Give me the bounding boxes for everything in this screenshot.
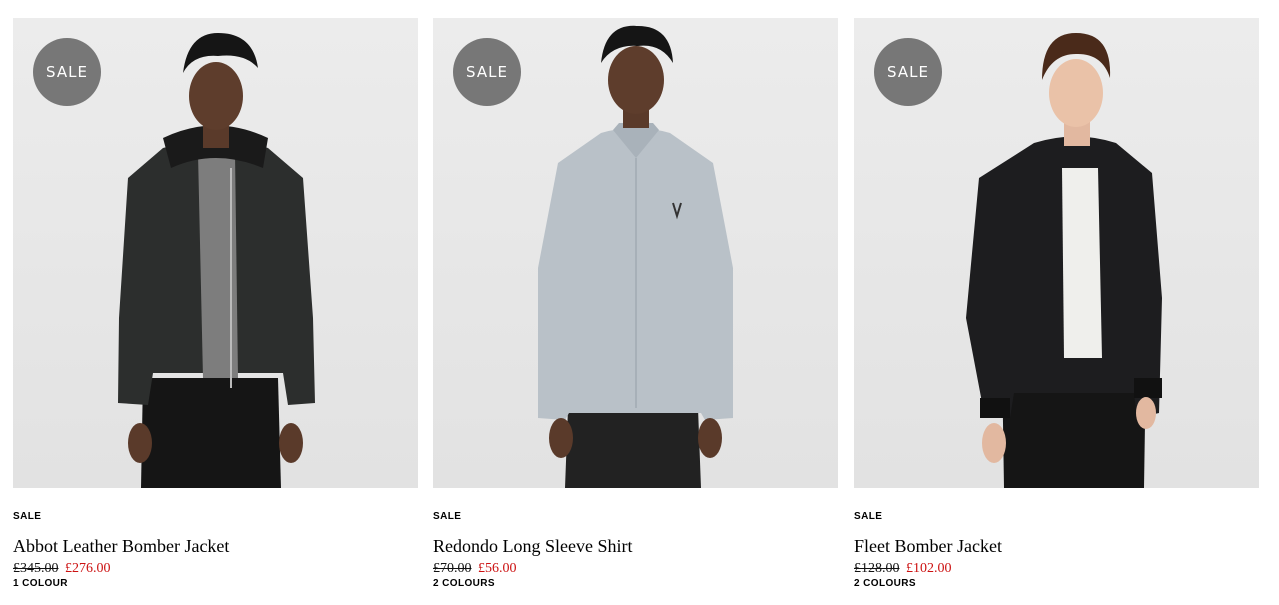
original-price: £345.00 [13, 561, 59, 576]
product-name[interactable]: Abbot Leather Bomber Jacket [13, 536, 418, 556]
original-price: £128.00 [854, 561, 900, 576]
product-image[interactable]: SALE [854, 18, 1259, 488]
colour-count: 2 COLOURS [854, 578, 916, 589]
colour-count: 2 COLOURS [433, 578, 495, 589]
product-grid: SALE SALE Abbot Leather Bomber Jacket £3… [13, 18, 1259, 590]
price-row: £345.00 £276.00 [13, 561, 418, 577]
original-price: £70.00 [433, 561, 472, 576]
sale-label: SALE [433, 511, 462, 522]
product-image[interactable]: SALE [13, 18, 418, 488]
sale-badge: SALE [874, 38, 942, 106]
product-image[interactable]: SALE [433, 18, 838, 488]
colour-count: 1 COLOUR [13, 578, 68, 589]
product-name[interactable]: Redondo Long Sleeve Shirt [433, 536, 838, 556]
sale-price: £102.00 [906, 561, 952, 576]
price-row: £128.00 £102.00 [854, 561, 1259, 577]
sale-badge: SALE [33, 38, 101, 106]
sale-badge: SALE [453, 38, 521, 106]
sale-price: £56.00 [478, 561, 517, 576]
product-card[interactable]: SALE SALE Redondo Long Sleeve Shirt £70.… [433, 18, 838, 590]
product-name[interactable]: Fleet Bomber Jacket [854, 536, 1259, 556]
sale-price: £276.00 [65, 561, 111, 576]
product-card[interactable]: SALE SALE Fleet Bomber Jacket £128.00 £1… [854, 18, 1259, 590]
sale-label: SALE [854, 511, 883, 522]
product-card[interactable]: SALE SALE Abbot Leather Bomber Jacket £3… [13, 18, 418, 590]
sale-label: SALE [13, 511, 42, 522]
price-row: £70.00 £56.00 [433, 561, 838, 577]
